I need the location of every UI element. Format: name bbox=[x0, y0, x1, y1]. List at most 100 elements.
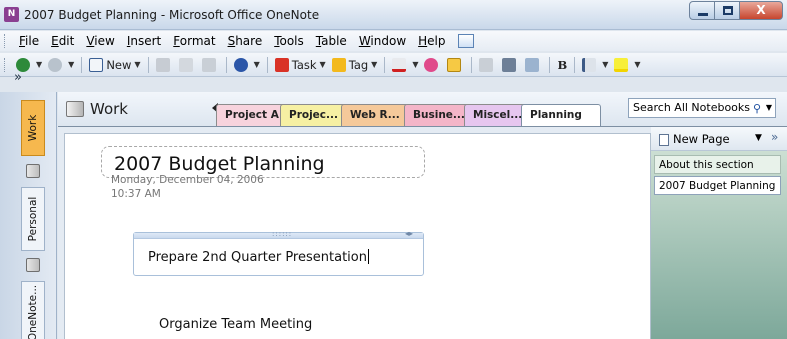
menu-insert[interactable]: Insert bbox=[121, 34, 167, 48]
section-tab-planning[interactable]: Planning bbox=[521, 104, 601, 127]
bullets-button[interactable]: ▼ bbox=[579, 55, 611, 75]
menu-grip[interactable] bbox=[4, 34, 7, 48]
page-view-button[interactable] bbox=[522, 55, 545, 75]
insert-space-icon bbox=[502, 57, 517, 72]
chevron-down-icon: ▼ bbox=[412, 60, 419, 69]
maximize-button[interactable] bbox=[714, 1, 740, 20]
new-page-bar: New Page ▼ » bbox=[651, 127, 787, 151]
title-bar: N 2007 Budget Planning - Microsoft Offic… bbox=[0, 0, 787, 30]
chevron-down-icon: ▼ bbox=[134, 60, 141, 69]
paste-button[interactable] bbox=[199, 55, 222, 75]
cut-icon bbox=[155, 57, 170, 72]
highlight-button[interactable]: ▼ bbox=[611, 55, 643, 75]
chevron-down-icon: ▼ bbox=[602, 60, 609, 69]
text-select-icon bbox=[447, 57, 462, 72]
note-text-content: Prepare 2nd Quarter Presentation bbox=[148, 250, 367, 265]
forward-button[interactable]: ▼ bbox=[45, 55, 77, 75]
note-text[interactable]: Organize Team Meeting bbox=[159, 317, 312, 332]
close-button[interactable]: X bbox=[739, 1, 783, 20]
tag-button-label: Tag bbox=[348, 57, 369, 72]
notebook-header: Work Project A Projec... Web R... Busine… bbox=[58, 92, 787, 127]
menu-table[interactable]: Table bbox=[310, 34, 353, 48]
text-button[interactable] bbox=[444, 55, 467, 75]
undo-icon bbox=[233, 57, 248, 72]
onenote-app-icon[interactable]: N bbox=[4, 7, 19, 22]
flag-icon bbox=[274, 57, 289, 72]
expand-page-list-button[interactable]: » bbox=[771, 130, 778, 144]
search-icon[interactable]: ⚲ bbox=[753, 100, 761, 118]
page-view-icon bbox=[525, 57, 540, 72]
star-icon bbox=[331, 57, 346, 72]
lasso-button[interactable] bbox=[421, 55, 444, 75]
toolbar-separator bbox=[81, 56, 83, 73]
toolbar-separator bbox=[574, 56, 576, 73]
menu-bar: File Edit View Insert Format Share Tools… bbox=[0, 31, 787, 51]
toolbar-grip[interactable] bbox=[4, 57, 7, 72]
task-button[interactable]: Task ▼ bbox=[272, 55, 329, 75]
chevron-down-icon: ▼ bbox=[68, 60, 75, 69]
menu-tools[interactable]: Tools bbox=[268, 34, 310, 48]
copy-button[interactable] bbox=[176, 55, 199, 75]
minimize-icon bbox=[698, 13, 708, 16]
new-button[interactable]: New ▼ bbox=[86, 55, 143, 75]
menu-format[interactable]: Format bbox=[167, 34, 221, 48]
chevron-down-icon: ▼ bbox=[319, 60, 326, 69]
minimize-button[interactable] bbox=[689, 1, 715, 20]
page-tab-about-this-section[interactable]: About this section bbox=[654, 155, 781, 174]
new-button-label: New bbox=[106, 57, 132, 72]
menu-window[interactable]: Window bbox=[353, 34, 412, 48]
toolbar-separator bbox=[549, 56, 551, 73]
chevron-down-icon: ▼ bbox=[36, 60, 43, 69]
chevron-down-icon: ▼ bbox=[634, 60, 641, 69]
note-container-handle[interactable]: :::::: ◂▸ bbox=[134, 229, 423, 239]
eraser-button[interactable] bbox=[476, 55, 499, 75]
section-tab-project-b[interactable]: Projec... bbox=[280, 104, 347, 126]
note-container[interactable]: :::::: ◂▸ Prepare 2nd Quarter Presentati… bbox=[133, 229, 424, 276]
page-title[interactable]: 2007 Budget Planning bbox=[114, 153, 325, 175]
menu-file[interactable]: File bbox=[13, 34, 45, 48]
insert-space-button[interactable] bbox=[499, 55, 522, 75]
help-assistant-icon[interactable] bbox=[457, 34, 474, 48]
resize-handle-icon[interactable]: ◂▸ bbox=[405, 229, 413, 238]
toolbar-separator bbox=[225, 56, 227, 73]
menu-edit[interactable]: Edit bbox=[45, 34, 80, 48]
pen-button[interactable]: ▼ bbox=[389, 55, 421, 75]
new-page-dropdown[interactable]: ▼ bbox=[755, 133, 762, 143]
menu-share[interactable]: Share bbox=[222, 34, 269, 48]
note-text-editing[interactable]: Prepare 2nd Quarter Presentation bbox=[148, 249, 369, 265]
window-title: 2007 Budget Planning - Microsoft Office … bbox=[24, 8, 320, 22]
toolbar-separator bbox=[266, 56, 268, 73]
page-canvas-frame: 2007 Budget Planning Monday, December 04… bbox=[58, 126, 651, 339]
standard-toolbar: ▼ ▼ New ▼ ▼ Task ▼ Tag ▼ ▼ B ▼ ▼ bbox=[0, 53, 787, 77]
notebook-icon bbox=[26, 164, 40, 178]
eraser-icon bbox=[479, 57, 494, 72]
page-tab-2007-budget-planning[interactable]: 2007 Budget Planning bbox=[654, 176, 781, 195]
notebook-icon bbox=[66, 101, 84, 117]
task-button-label: Task bbox=[291, 57, 317, 72]
bold-icon: B bbox=[557, 57, 568, 72]
cut-button[interactable] bbox=[153, 55, 176, 75]
menu-view[interactable]: View bbox=[80, 34, 120, 48]
search-scope-dropdown[interactable]: ▼ bbox=[766, 99, 772, 117]
notebook-tab-personal[interactable]: Personal bbox=[21, 187, 45, 251]
notebook-navigation: » Work Personal OneNote... bbox=[0, 70, 57, 339]
notebook-tab-onenote-guide[interactable]: OneNote... bbox=[21, 281, 45, 339]
collapse-navigation-button[interactable]: » bbox=[14, 70, 22, 85]
paste-icon bbox=[201, 57, 216, 72]
forward-icon bbox=[48, 57, 63, 72]
chevron-down-icon: ▼ bbox=[371, 60, 378, 69]
page-canvas[interactable]: 2007 Budget Planning Monday, December 04… bbox=[64, 133, 651, 339]
search-all-notebooks-input[interactable]: Search All Notebooks ⚲ ▼ bbox=[628, 98, 776, 118]
new-page-button[interactable]: New Page bbox=[673, 132, 730, 146]
section-tab-web-research[interactable]: Web R... bbox=[341, 104, 409, 126]
lasso-icon bbox=[424, 57, 439, 72]
section-tab-project-a[interactable]: Project A bbox=[216, 104, 288, 126]
search-placeholder: Search All Notebooks bbox=[633, 101, 751, 114]
text-caret bbox=[367, 249, 369, 264]
undo-button[interactable]: ▼ bbox=[231, 55, 263, 75]
notebook-tab-work[interactable]: Work bbox=[21, 100, 45, 156]
page-time: 10:37 AM bbox=[111, 188, 161, 200]
tag-button[interactable]: Tag ▼ bbox=[329, 55, 381, 75]
bold-button[interactable]: B bbox=[554, 55, 570, 75]
menu-help[interactable]: Help bbox=[412, 34, 451, 48]
